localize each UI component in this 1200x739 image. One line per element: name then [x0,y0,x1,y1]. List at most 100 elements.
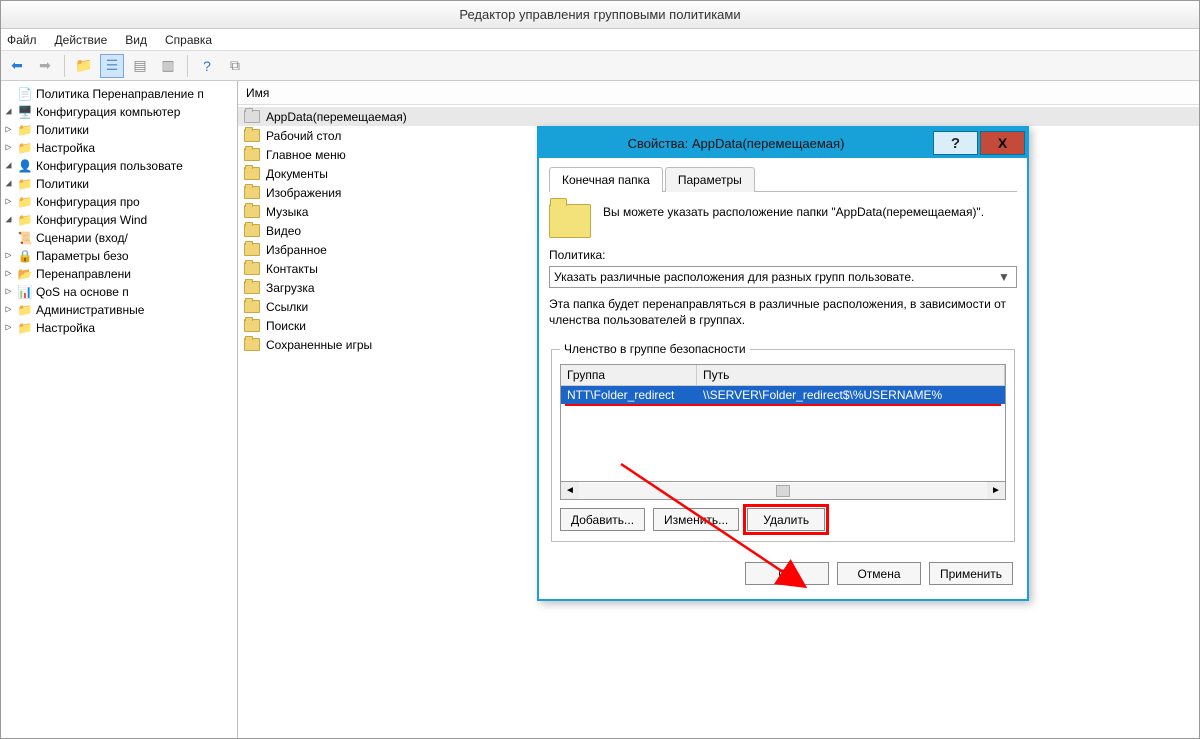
policy-value: Указать различные расположения для разны… [554,270,914,284]
scroll-track[interactable] [579,483,987,499]
sheet-icon[interactable]: ▥ [156,54,180,78]
menu-action[interactable]: Действие [55,33,108,47]
folder-icon [244,110,260,123]
list-item-label: Музыка [266,205,308,219]
folder-icon [244,243,260,256]
nav-forward-icon[interactable]: ➡ [33,54,57,78]
list-item-label: Сохраненные игры [266,338,372,352]
group-table[interactable]: Группа Путь NTT\Folder_redirect \\SERVER… [560,364,1006,482]
list-item-label: Рабочий стол [266,129,341,143]
folder-icon [244,300,260,313]
tree-label: Конфигурация Wind [36,211,147,229]
dialog-title: Свойства: AppData(перемещаемая) [539,136,933,151]
list-item-label: Документы [266,167,328,181]
toolbar: ⬅ ➡ 📁 ☰ ▤ ▥ ? ⧉ [1,51,1199,81]
tree-label: QoS на основе п [36,283,129,301]
path-cell: \\SERVER\Folder_redirect$\%USERNAME% [697,386,1005,404]
tree-label: Настройка [36,319,95,337]
scroll-right-icon[interactable]: ► [987,482,1005,499]
tree-label: Конфигурация компьютер [36,103,180,121]
tree-scripts[interactable]: 📜Сценарии (вход/ [3,229,235,247]
tree-settings-user[interactable]: ▷📁Настройка [3,319,235,337]
tree-user-config[interactable]: ◢👤Конфигурация пользовате [3,157,235,175]
add-button[interactable]: Добавить... [560,508,645,531]
group-row[interactable]: NTT\Folder_redirect \\SERVER\Folder_redi… [561,386,1005,404]
tree-admin-templates[interactable]: ▷📁Административные [3,301,235,319]
cancel-button[interactable]: Отмена [837,562,921,585]
list-header-name[interactable]: Имя [238,81,1199,105]
tab-target[interactable]: Конечная папка [549,167,663,192]
toolbar-separator [64,55,65,77]
menu-file[interactable]: Файл [7,33,37,47]
tree-security-params[interactable]: ▷🔒Параметры безо [3,247,235,265]
list-item-label: Главное меню [266,148,346,162]
window-title: Редактор управления групповыми политикам… [1,1,1199,29]
tree-label: Политики [36,121,89,139]
policy-description: Эта папка будет перенаправляться в разли… [549,296,1017,328]
ok-button[interactable]: OK [745,562,829,585]
col-group[interactable]: Группа [561,365,697,385]
tree-root[interactable]: 📄Политика Перенаправление п [3,85,235,103]
tree-software-config[interactable]: ▷📁Конфигурация про [3,193,235,211]
properties-dialog: Свойства: AppData(перемещаемая) ? X Коне… [537,126,1029,601]
folder-icon [244,129,260,142]
tree-label: Настройка [36,139,95,157]
policy-combobox[interactable]: Указать различные расположения для разны… [549,266,1017,288]
folder-icon [549,204,591,238]
folder-icon [244,167,260,180]
col-path[interactable]: Путь [697,365,1005,385]
tree-label: Сценарии (вход/ [36,229,128,247]
tree-label: Политики [36,175,89,193]
tree-label: Параметры безо [36,247,129,265]
annotation-underline [565,404,1001,406]
edit-button[interactable]: Изменить... [653,508,739,531]
tree-windows-config[interactable]: ◢📁Конфигурация Wind [3,211,235,229]
tree-policies-user[interactable]: ◢📁Политики [3,175,235,193]
horizontal-scrollbar[interactable]: ◄ ► [560,482,1006,500]
tree-label: Политика Перенаправление п [36,85,204,103]
list-item-label: Поиски [266,319,306,333]
list-item[interactable]: AppData(перемещаемая) [238,107,1199,126]
folder-icon [244,186,260,199]
nav-back-icon[interactable]: ⬅ [5,54,29,78]
policy-label: Политика: [549,248,1017,262]
filter-icon[interactable]: ⧉ [223,54,247,78]
list-item-label: Избранное [266,243,327,257]
menu-help[interactable]: Справка [165,33,212,47]
dialog-info-text: Вы можете указать расположение папки "Ap… [603,204,984,220]
tree-qos[interactable]: ▷📊QoS на основе п [3,283,235,301]
list-item-label: Видео [266,224,301,238]
group-cell: NTT\Folder_redirect [561,386,697,404]
tree-label: Конфигурация про [36,193,140,211]
menu-view[interactable]: Вид [125,33,147,47]
tree-policies[interactable]: ▷📁Политики [3,121,235,139]
folder-icon [244,281,260,294]
scroll-left-icon[interactable]: ◄ [561,482,579,499]
list-item-label: Контакты [266,262,318,276]
apply-button[interactable]: Применить [929,562,1013,585]
scroll-thumb[interactable] [776,485,790,497]
dialog-close-button[interactable]: X [980,131,1025,155]
tree-settings[interactable]: ▷📁Настройка [3,139,235,157]
list-icon[interactable]: ▤ [128,54,152,78]
tree-folder-redirection[interactable]: ▷📂Перенаправлени [3,265,235,283]
fieldset-legend: Членство в группе безопасности [560,342,750,356]
remove-button[interactable]: Удалить [747,508,825,531]
up-icon[interactable]: 📁 [72,54,96,78]
security-group-fieldset: Членство в группе безопасности Группа Пу… [551,342,1015,542]
list-item-label: Изображения [266,186,341,200]
help-icon[interactable]: ? [195,54,219,78]
list-item-label: Ссылки [266,300,308,314]
toolbar-separator [187,55,188,77]
list-item-label: AppData(перемещаемая) [266,110,407,124]
tab-parameters[interactable]: Параметры [665,167,755,192]
tree-pane: 📄Политика Перенаправление п ◢🖥️Конфигура… [1,81,238,738]
dialog-help-button[interactable]: ? [933,131,978,155]
dialog-titlebar: Свойства: AppData(перемещаемая) ? X [539,128,1027,158]
folder-icon [244,148,260,161]
chevron-down-icon: ▼ [996,270,1012,284]
tree-label: Перенаправлени [36,265,131,283]
tree-view-icon[interactable]: ☰ [100,54,124,78]
tree-computer-config[interactable]: ◢🖥️Конфигурация компьютер [3,103,235,121]
folder-icon [244,224,260,237]
